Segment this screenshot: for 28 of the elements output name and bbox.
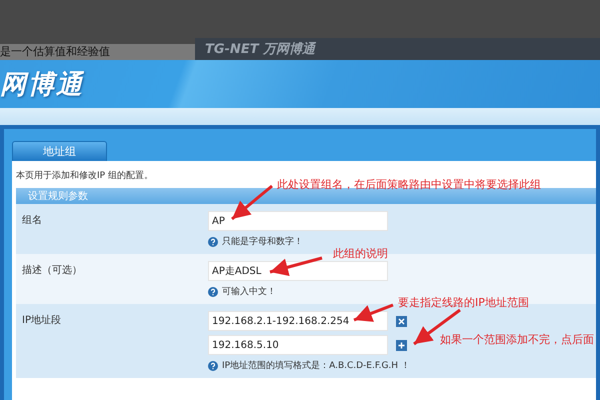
annotation-text: 要走指定线路的IP地址范围 (398, 295, 529, 310)
annotation-text: 此处设置组名，在后面策略路由中设置中将要选择此组 (277, 177, 541, 192)
logo-text: 网博通 (0, 68, 84, 102)
hint-text: 可输入中文！ (222, 286, 276, 298)
hint-text: IP地址范围的填写格式是：A.B.C.D-E.F.G.H ！ (222, 360, 410, 372)
arrow (413, 308, 461, 346)
input-field[interactable]: 192.168.5.10 (208, 335, 388, 355)
remove-button[interactable] (396, 316, 407, 326)
arrow (231, 184, 273, 220)
brand-banner: TG-NET 万网博通 (195, 38, 600, 60)
input-field[interactable]: AP (208, 211, 388, 231)
page-description: 本页用于添加和修改IP 组的配置。 (16, 170, 154, 182)
input-field[interactable]: AP走ADSL (208, 261, 388, 281)
annotation-text: 如果一个范围添加不完，点后面 (440, 332, 594, 347)
help-icon (208, 236, 218, 246)
arrow (353, 304, 394, 322)
field-label: 组名 (22, 214, 43, 227)
caption-text: 是一个估算值和经验值 (0, 45, 110, 59)
add-button[interactable] (396, 340, 407, 350)
input-field[interactable]: 192.168.2.1-192.168.2.254 (208, 311, 388, 331)
hint-text: 只能是字母和数字！ (222, 236, 303, 248)
help-icon (208, 360, 218, 370)
field-label: IP地址段 (22, 314, 62, 327)
help-icon (208, 286, 218, 296)
arrow (270, 256, 322, 276)
annotation-text: 此组的说明 (333, 246, 388, 261)
section-title: 设置规则参数 (28, 190, 88, 203)
field-label: 描述（可选） (22, 264, 83, 277)
